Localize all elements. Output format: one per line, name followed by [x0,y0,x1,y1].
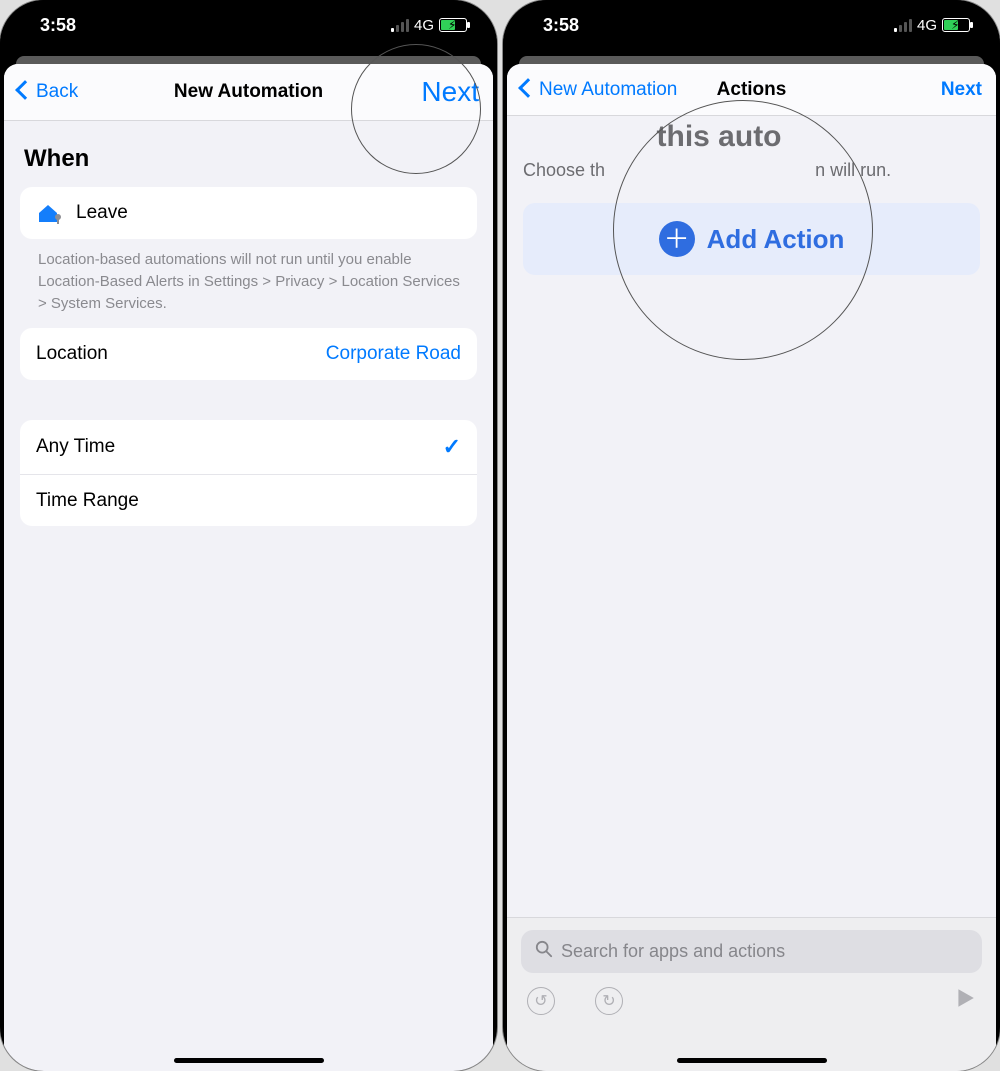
sheet-background-peek [0,50,497,64]
page-header-partial: xxthis automation [523,120,980,154]
content-area: xxthis automation Choose th n will run. … [507,116,996,917]
undo-button[interactable]: ↺ [527,987,555,1015]
nav-title: Actions [717,79,787,101]
battery-icon: ⚡︎ [942,18,970,32]
status-time: 3:58 [40,15,76,36]
time-range-label: Time Range [36,490,139,512]
time-options-card: Any Time ✓ Time Range [20,420,477,526]
nav-title: New Automation [174,81,323,103]
time-option-any[interactable]: Any Time ✓ [20,420,477,474]
network-label: 4G [917,17,937,34]
sheet-background-peek [503,50,1000,64]
trigger-card: Leave [20,187,477,239]
cellular-signal-icon [391,19,409,32]
automation-sheet: Back New Automation Next When Leave [4,64,493,1071]
add-action-button[interactable]: ＋ Add Action [523,203,980,275]
redo-button[interactable]: ↻ [595,987,623,1015]
time-option-range[interactable]: Time Range [20,474,477,526]
nav-bar: Back New Automation Next [4,64,493,121]
status-bar: 3:58 4G ⚡︎ [0,0,497,50]
status-indicators: 4G ⚡︎ [391,17,467,34]
cellular-signal-icon [894,19,912,32]
add-action-label: Add Action [707,224,845,255]
any-time-label: Any Time [36,436,115,458]
next-button[interactable]: Next [941,79,982,101]
network-label: 4G [414,17,434,34]
location-value: Corporate Road [326,343,461,365]
location-footnote: Location-based automations will not run … [20,239,477,328]
battery-icon: ⚡︎ [439,18,467,32]
content-area: When Leave Location-based automations wi… [4,121,493,1071]
search-placeholder: Search for apps and actions [561,941,785,962]
home-indicator[interactable] [677,1058,827,1063]
status-indicators: 4G ⚡︎ [894,17,970,34]
nav-bar: New Automation Actions Next [507,64,996,116]
search-field[interactable]: Search for apps and actions [521,930,982,973]
search-icon [535,940,553,963]
phone-right: 3:58 4G ⚡︎ New Automation Actions Next x… [503,0,1000,1071]
location-label: Location [36,343,108,365]
back-button[interactable]: Back [18,81,78,103]
run-button[interactable] [954,987,976,1015]
page-subheader: Choose th n will run. [523,160,980,181]
status-bar: 3:58 4G ⚡︎ [503,0,1000,50]
trigger-label: Leave [76,202,128,224]
location-card: Location Corporate Road [20,328,477,380]
bottom-panel: Search for apps and actions ↺ ↻ [507,917,996,1071]
trigger-row-leave[interactable]: Leave [20,187,477,239]
plus-icon: ＋ [659,221,695,257]
when-heading: When [24,145,475,173]
back-label: Back [36,81,78,103]
phone-left: 3:58 4G ⚡︎ Back New Automation Next When [0,0,497,1071]
location-row[interactable]: Location Corporate Road [20,328,477,380]
chevron-left-icon [18,81,34,103]
editor-toolbar: ↺ ↻ [521,973,982,1015]
back-label: New Automation [539,79,677,101]
actions-sheet: New Automation Actions Next xxthis autom… [507,64,996,1071]
status-time: 3:58 [543,15,579,36]
leave-home-icon [36,201,64,225]
next-button[interactable]: Next [421,76,479,108]
checkmark-icon: ✓ [443,434,461,460]
home-indicator[interactable] [174,1058,324,1063]
chevron-left-icon [521,79,537,101]
back-button[interactable]: New Automation [521,79,677,101]
